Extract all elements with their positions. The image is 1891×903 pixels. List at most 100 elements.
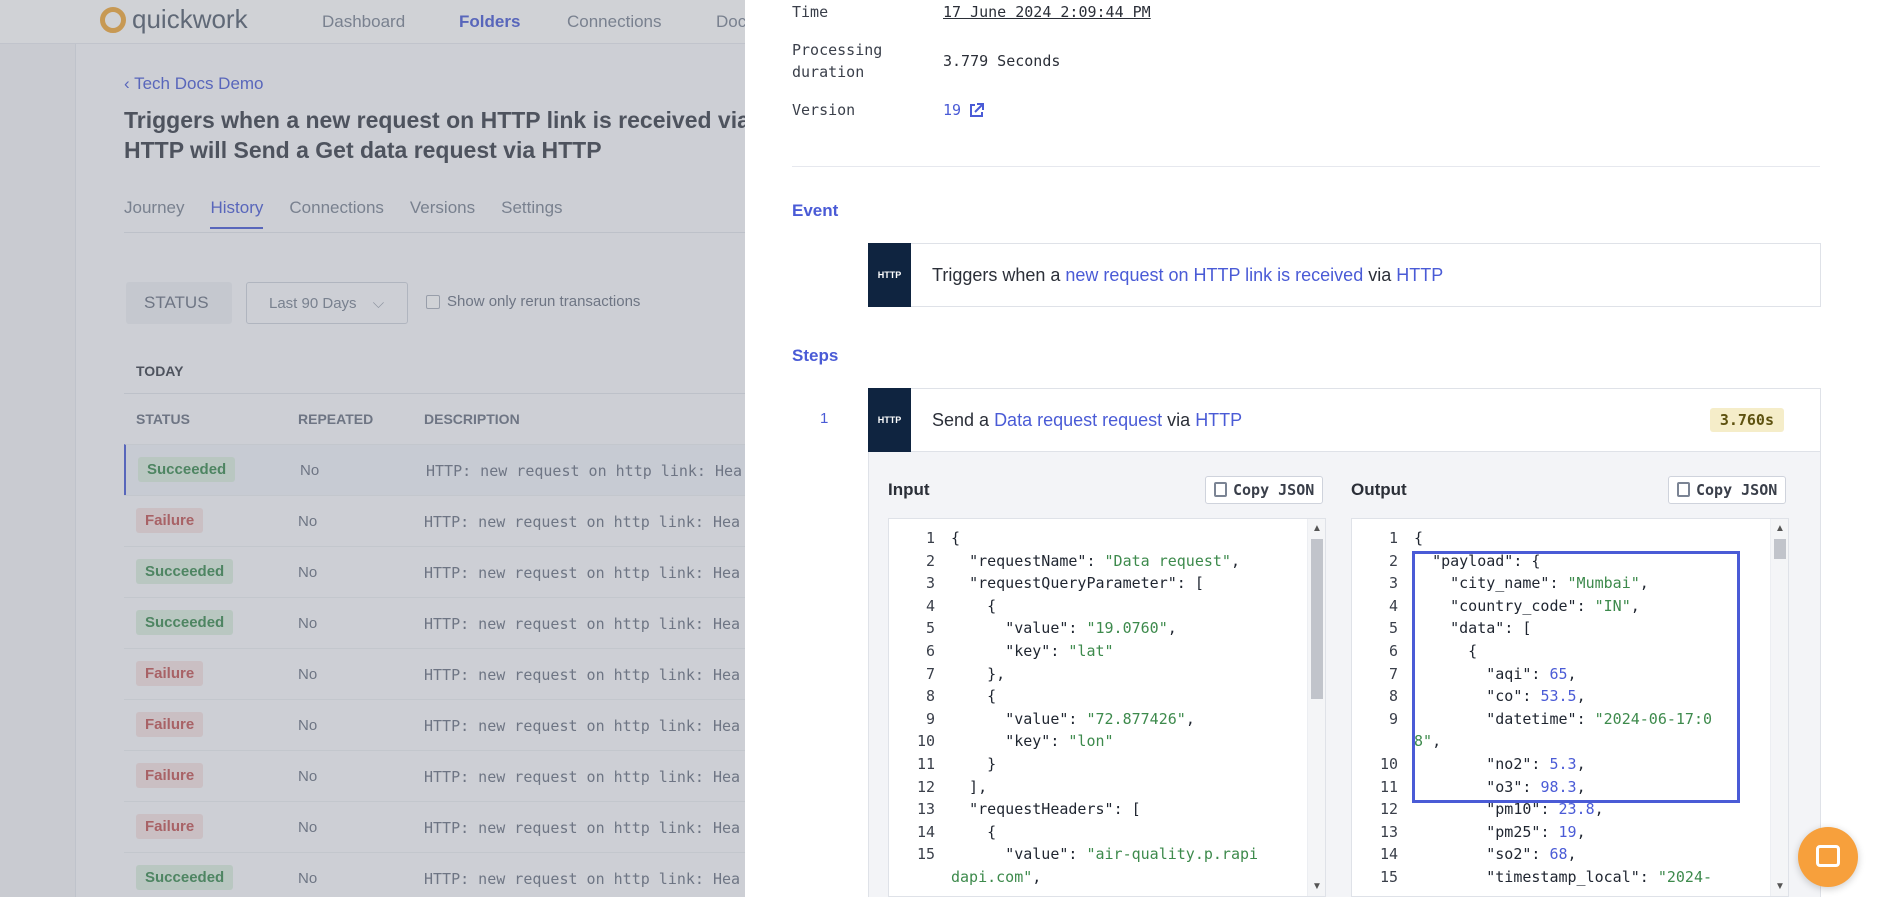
- code-token: }: [951, 755, 997, 773]
- event-section-title: Event: [792, 201, 839, 220]
- code-token: ,: [1032, 868, 1042, 886]
- code-token: {: [1414, 529, 1424, 547]
- step-action-link[interactable]: Data request request: [994, 410, 1162, 430]
- line-number: 14: [916, 822, 935, 841]
- output-scroll-thumb[interactable]: [1774, 539, 1786, 559]
- output-scrollbar[interactable]: ▲ ▼: [1770, 519, 1788, 896]
- line-number: 5: [925, 619, 935, 638]
- code-token: : [: [1113, 800, 1141, 819]
- copy-input-label: Copy JSON: [1233, 481, 1315, 499]
- line-number: 6: [925, 642, 935, 660]
- code-token: "so2": [1486, 845, 1532, 864]
- steps-section-title: Steps: [792, 346, 839, 365]
- copy-output-json-button[interactable]: Copy JSON: [1668, 476, 1787, 504]
- modal-backdrop[interactable]: [0, 0, 745, 897]
- line-number: 15: [1379, 868, 1398, 886]
- code-token: {: [951, 596, 997, 615]
- time-value: 17 June 2024 2:09:44 PM: [943, 3, 1151, 21]
- code-line: 13 "requestHeaders": [: [889, 798, 1309, 820]
- code-token: "lon": [1068, 732, 1114, 751]
- code-token: "key": [1005, 642, 1051, 660]
- line-number: 7: [1388, 664, 1398, 683]
- code-token: "requestQueryParameter": [969, 574, 1177, 593]
- scroll-down-icon[interactable]: ▼: [1775, 881, 1785, 892]
- code-token: },: [951, 664, 1006, 683]
- http-app-icon: HTTP: [868, 388, 911, 452]
- line-number: 11: [916, 755, 935, 773]
- step-card[interactable]: HTTP Send a Data request request via HTT…: [868, 388, 1821, 452]
- code-line: 14 {: [889, 821, 1309, 843]
- version-link[interactable]: 19: [943, 101, 985, 119]
- code-token: 19: [1558, 822, 1577, 841]
- scroll-up-icon[interactable]: ▲: [1312, 523, 1322, 534]
- event-description: Triggers when a new request on HTTP link…: [932, 265, 1443, 286]
- details-divider: [792, 166, 1820, 167]
- copy-icon: [1677, 482, 1690, 497]
- code-token: "timestamp_local": [1486, 868, 1640, 886]
- line-number: 13: [916, 800, 935, 819]
- output-title: Output: [1351, 480, 1407, 499]
- code-token: "19.0760": [1086, 619, 1168, 638]
- code-token: : [: [1176, 574, 1204, 593]
- input-title: Input: [888, 480, 930, 499]
- line-number: 8: [925, 687, 935, 706]
- line-number: 1: [1388, 529, 1398, 547]
- step-number: 1: [820, 410, 829, 427]
- line-number: 14: [1379, 845, 1398, 864]
- chat-support-button[interactable]: [1798, 827, 1858, 887]
- code-token: ],: [951, 777, 988, 796]
- line-number: 3: [1388, 574, 1398, 593]
- duration-label-line2: duration: [792, 63, 865, 81]
- copy-output-label: Copy JSON: [1696, 481, 1778, 499]
- copy-input-json-button[interactable]: Copy JSON: [1205, 476, 1324, 504]
- scroll-up-icon[interactable]: ▲: [1775, 523, 1785, 534]
- code-line: 1{: [889, 527, 1309, 549]
- line-number: 2: [1388, 551, 1398, 570]
- code-line: 13 "pm25": 19,: [1352, 821, 1772, 843]
- line-number: 10: [1379, 755, 1398, 773]
- chat-icon: [1816, 845, 1840, 867]
- code-line: 15 "value": "air-quality.p.rapi: [889, 843, 1309, 865]
- event-text-prefix: Triggers when a: [932, 265, 1066, 285]
- event-app-link[interactable]: HTTP: [1396, 265, 1443, 285]
- line-number: 10: [916, 732, 935, 751]
- line-number: 2: [925, 551, 935, 570]
- code-token: {: [951, 822, 997, 841]
- code-token: "key": [1005, 732, 1051, 751]
- scroll-down-icon[interactable]: ▼: [1312, 881, 1322, 892]
- code-line: 11 }: [889, 753, 1309, 775]
- line-number: 8: [1388, 687, 1398, 706]
- code-token: "air-quality.p.rapi: [1086, 845, 1259, 864]
- line-number: 9: [1388, 709, 1398, 728]
- event-card[interactable]: HTTP Triggers when a new request on HTTP…: [868, 243, 1821, 307]
- line-number: 1: [925, 529, 935, 547]
- code-token: dapi.com": [951, 868, 1033, 886]
- code-line: 2 "requestName": "Data request",: [889, 550, 1309, 572]
- input-scrollbar[interactable]: ▲ ▼: [1307, 519, 1325, 896]
- code-token: ,: [1185, 709, 1195, 728]
- step-duration-badge: 3.760s: [1709, 408, 1784, 432]
- event-trigger-link[interactable]: new request on HTTP link is received: [1065, 265, 1363, 285]
- code-token: :: [1086, 551, 1105, 570]
- code-token: 68: [1549, 845, 1568, 864]
- step-app-link[interactable]: HTTP: [1195, 410, 1242, 430]
- code-line: 10 "key": "lon": [889, 730, 1309, 752]
- code-token: "pm25": [1486, 822, 1541, 841]
- input-json-editor[interactable]: ▲ ▼ 1{2 "requestName": "Data request", 3 …: [888, 518, 1326, 897]
- input-scroll-thumb[interactable]: [1311, 539, 1323, 699]
- code-token: "2024-: [1657, 868, 1713, 886]
- line-number: 4: [1388, 596, 1398, 615]
- code-token: "Data request": [1104, 551, 1231, 570]
- code-token: "requestName": [969, 551, 1087, 570]
- line-number: 13: [1379, 822, 1398, 841]
- line-number: 7: [925, 664, 935, 683]
- code-token: :: [1531, 845, 1550, 864]
- code-token: :: [1068, 845, 1087, 864]
